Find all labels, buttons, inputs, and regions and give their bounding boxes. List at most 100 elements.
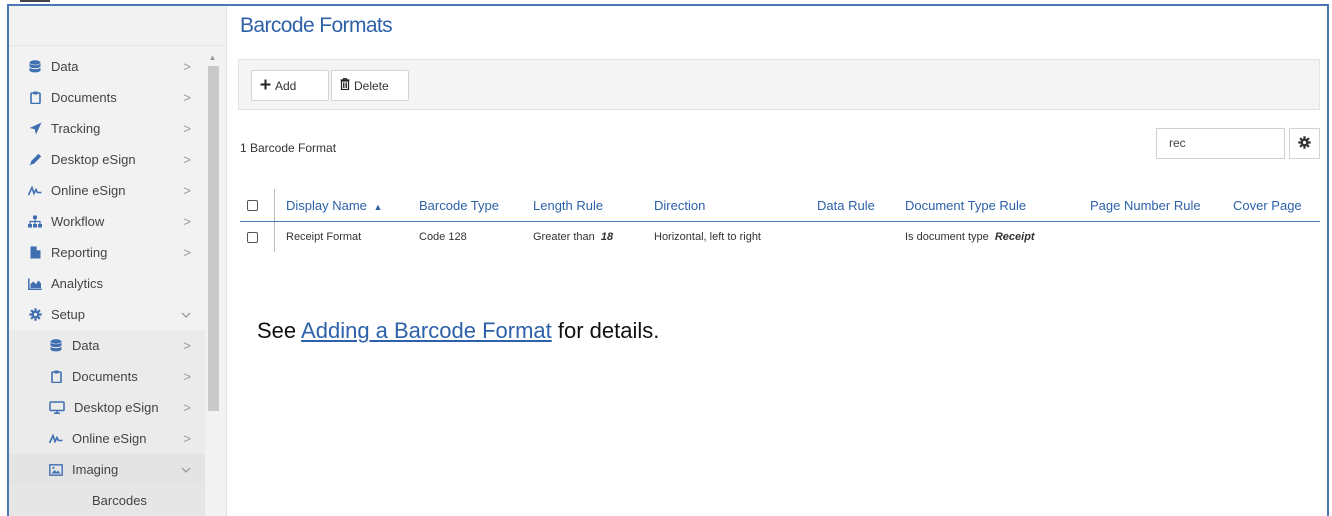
length-rule-prefix: Greater than: [533, 231, 595, 243]
sidebar-item-label: Imaging: [72, 462, 119, 477]
sidebar-item-label: Documents: [72, 369, 138, 384]
sidebar-item-label: Workflow: [51, 214, 105, 229]
delete-button[interactable]: Delete: [331, 70, 409, 101]
sidebar-item-setup-data[interactable]: Data >: [9, 330, 205, 361]
database-icon: [28, 60, 42, 74]
table-row[interactable]: Receipt Format Code 128 Greater than 18 …: [240, 222, 1320, 252]
image-icon: [49, 463, 63, 477]
toolbar: Add Delete: [238, 59, 1320, 110]
clipboard-icon: [28, 91, 42, 105]
gear-icon: [1298, 135, 1311, 152]
delete-button-label: Delete: [354, 78, 389, 93]
sidebar-item-setup-online-esign[interactable]: Online eSign >: [9, 423, 205, 454]
add-button[interactable]: Add: [251, 70, 329, 101]
signature-icon: [49, 432, 63, 446]
sidebar-item-label: Documents: [51, 90, 117, 105]
column-header-data-rule[interactable]: Data Rule: [817, 198, 875, 213]
sidebar-item-desktop-esign[interactable]: Desktop eSign >: [9, 144, 205, 175]
column-header-page-number-rule[interactable]: Page Number Rule: [1090, 198, 1201, 213]
column-header-document-type-rule[interactable]: Document Type Rule: [905, 198, 1026, 213]
pen-icon: [28, 153, 42, 167]
sidebar: Data > Documents > Tracking > Desktop eS…: [9, 6, 227, 516]
sidebar-item-label: Tracking: [51, 121, 101, 136]
caption-prefix: See: [257, 318, 302, 343]
sidebar-scrollbar[interactable]: ▲: [205, 51, 220, 516]
sidebar-item-analytics[interactable]: Analytics: [9, 268, 205, 299]
sidebar-item-label: Data: [51, 59, 79, 74]
sidebar-item-label: Analytics: [51, 276, 104, 291]
cell-length-rule: Greater than 18: [533, 231, 613, 243]
column-header-direction[interactable]: Direction: [654, 198, 705, 213]
cell-document-type-rule: Is document type Receipt: [905, 231, 1035, 243]
sidebar-item-label: Setup: [51, 307, 85, 322]
length-rule-value: 18: [600, 231, 614, 243]
record-count: 1 Barcode Format: [240, 141, 337, 155]
sidebar-item-tracking[interactable]: Tracking >: [9, 113, 205, 144]
sidebar-item-label: Online eSign: [51, 183, 126, 198]
signature-icon: [28, 184, 42, 198]
chevron-right-icon: >: [183, 400, 191, 415]
chevron-right-icon: >: [183, 338, 191, 353]
column-header-length-rule[interactable]: Length Rule: [533, 198, 603, 213]
search-input[interactable]: rec: [1156, 128, 1285, 159]
adding-barcode-format-link[interactable]: Adding a Barcode Format: [301, 318, 552, 343]
sidebar-item-data[interactable]: Data >: [9, 51, 205, 82]
sidebar-item-barcodes[interactable]: Barcodes: [9, 485, 205, 516]
column-header-label: Display Name: [286, 197, 367, 213]
location-arrow-icon: [28, 122, 42, 136]
column-divider: [274, 222, 275, 252]
sidebar-item-label: Desktop eSign: [74, 400, 159, 415]
app-window: Data > Documents > Tracking > Desktop eS…: [7, 4, 1329, 516]
sidebar-nav: Data > Documents > Tracking > Desktop eS…: [9, 51, 205, 516]
sidebar-header: [9, 6, 226, 46]
sidebar-item-workflow[interactable]: Workflow >: [9, 206, 205, 237]
sidebar-item-label: Online eSign: [72, 431, 147, 446]
desktop-icon: [49, 401, 65, 415]
chevron-right-icon: >: [183, 183, 191, 198]
sidebar-item-label: Data: [72, 338, 100, 353]
cell-display-name[interactable]: Receipt Format: [286, 231, 361, 243]
doc-type-rule-prefix: Is document type: [905, 231, 989, 243]
help-caption: See Adding a Barcode Format for details.: [257, 318, 659, 344]
sidebar-item-label: Desktop eSign: [51, 152, 136, 167]
sidebar-item-setup-imaging[interactable]: Imaging: [9, 454, 205, 485]
sidebar-item-online-esign[interactable]: Online eSign >: [9, 175, 205, 206]
database-icon: [49, 339, 63, 353]
main-content: Barcode Formats Add Delete 1 Barcode For…: [227, 6, 1327, 516]
settings-button[interactable]: [1289, 128, 1320, 159]
sidebar-item-documents[interactable]: Documents >: [9, 82, 205, 113]
cell-barcode-type: Code 128: [419, 231, 467, 243]
chevron-right-icon: >: [183, 152, 191, 167]
chevron-right-icon: >: [183, 369, 191, 384]
chevron-right-icon: >: [183, 121, 191, 136]
doc-type-rule-value: Receipt: [994, 231, 1035, 243]
file-icon: [28, 246, 42, 260]
chevron-right-icon: >: [183, 214, 191, 229]
caption-suffix: for details.: [551, 318, 660, 343]
sidebar-item-setup-desktop-esign[interactable]: Desktop eSign >: [9, 392, 205, 423]
plus-icon: [260, 79, 271, 93]
sidebar-item-setup-documents[interactable]: Documents >: [9, 361, 205, 392]
sidebar-item-label: Barcodes: [92, 493, 147, 508]
page-title: Barcode Formats: [240, 14, 393, 37]
row-checkbox[interactable]: [247, 231, 258, 243]
chart-area-icon: [28, 277, 42, 291]
cog-icon: [28, 308, 42, 322]
sidebar-item-reporting[interactable]: Reporting >: [9, 237, 205, 268]
column-header-display-name[interactable]: Display Name ▲: [286, 198, 382, 213]
chevron-right-icon: >: [183, 431, 191, 446]
column-header-cover-page[interactable]: Cover Page: [1233, 198, 1302, 213]
select-all-checkbox[interactable]: [247, 199, 258, 211]
sidebar-item-setup[interactable]: Setup: [9, 299, 205, 330]
scroll-thumb[interactable]: [208, 66, 219, 411]
sort-ascending-icon: ▲: [373, 201, 383, 212]
chevron-right-icon: >: [183, 59, 191, 74]
barcode-formats-table: Display Name ▲ Barcode Type Length Rule …: [240, 189, 1320, 252]
add-button-label: Add: [275, 78, 297, 93]
sidebar-item-label: Reporting: [51, 245, 108, 260]
scroll-up-arrow-icon[interactable]: ▲: [205, 51, 220, 65]
trash-icon: [340, 78, 350, 93]
column-header-barcode-type[interactable]: Barcode Type: [419, 198, 499, 213]
chevron-down-icon: [181, 462, 191, 477]
sitemap-icon: [28, 215, 42, 229]
